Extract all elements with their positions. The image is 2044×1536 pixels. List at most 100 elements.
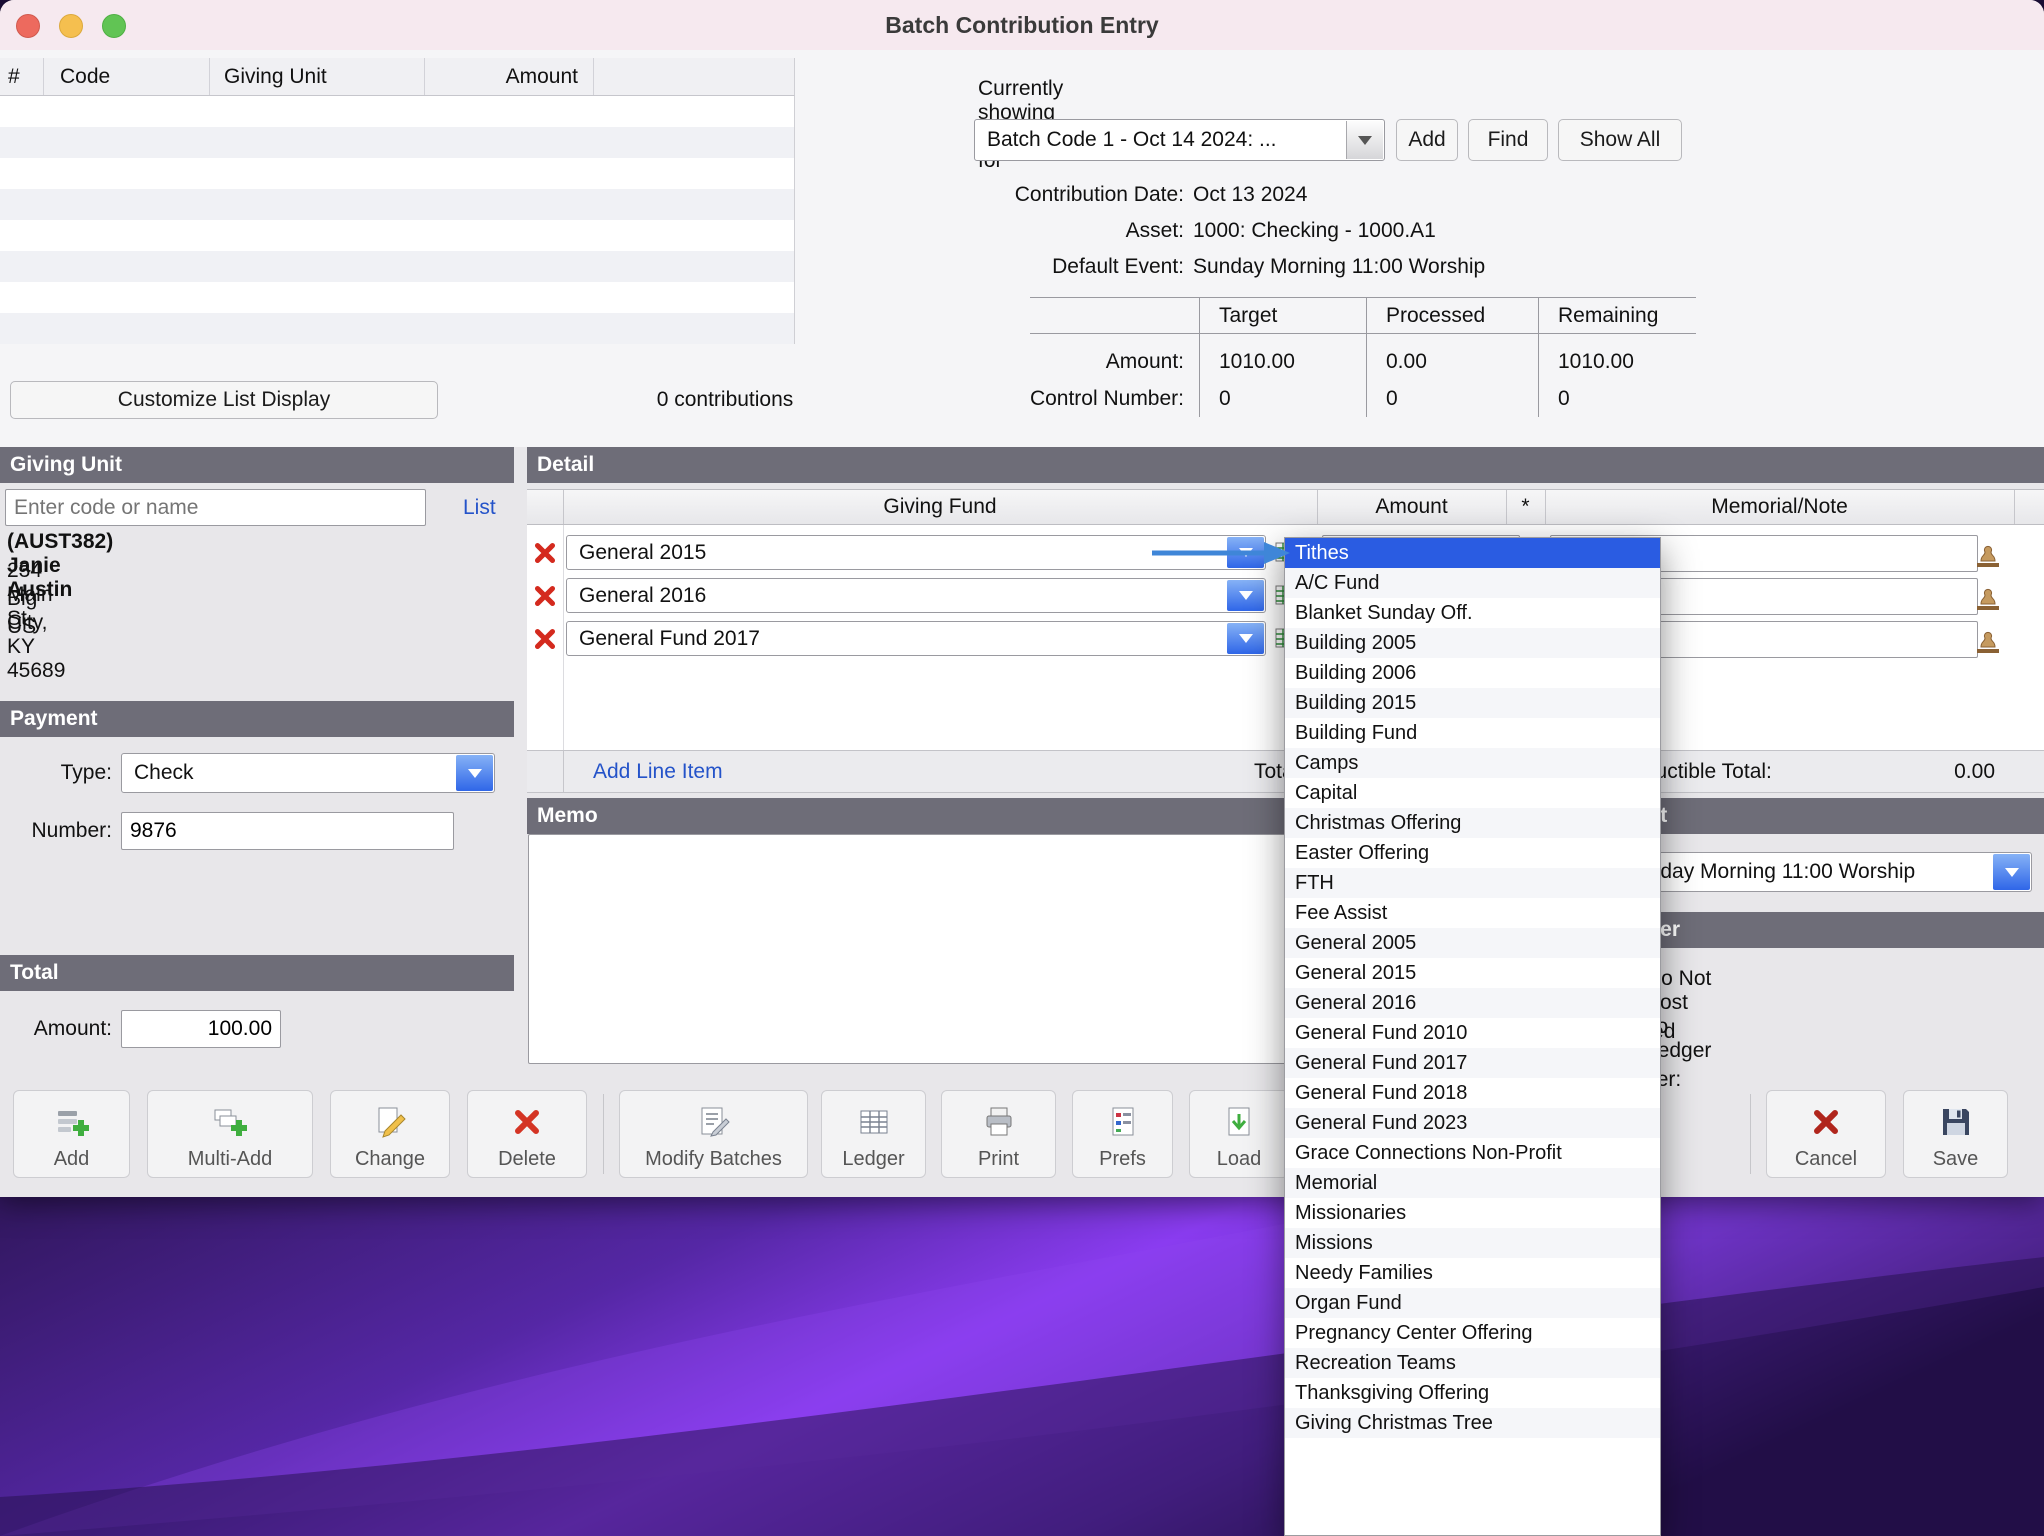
cancel-icon	[1809, 1105, 1843, 1145]
payment-type-value: Check	[134, 754, 194, 792]
toolbar-separator	[1750, 1094, 1751, 1174]
fund-option[interactable]: General 2016	[1285, 988, 1660, 1018]
fund-option[interactable]: Organ Fund	[1285, 1288, 1660, 1318]
detail-table-header: Giving Fund Amount * Memorial/Note	[527, 489, 2044, 525]
giving-fund-value: General 2015	[579, 536, 706, 569]
total-amount-input[interactable]	[121, 1010, 281, 1048]
toolbar-load-button[interactable]: Load	[1189, 1090, 1289, 1178]
total-section-header: Total	[0, 955, 514, 991]
fund-option[interactable]: Camps	[1285, 748, 1660, 778]
fund-option[interactable]: Building 2005	[1285, 628, 1660, 658]
column-amount[interactable]: Amount	[430, 58, 578, 95]
chevron-down-icon	[1993, 854, 2030, 890]
deductible-total-value: 0.00	[1767, 751, 1995, 792]
show-all-button[interactable]: Show All	[1558, 119, 1682, 161]
window-title: Batch Contribution Entry	[0, 0, 2044, 50]
column-giving-unit[interactable]: Giving Unit	[224, 58, 414, 95]
add-batch-button[interactable]: Add	[1396, 119, 1458, 161]
modify-batches-icon	[697, 1105, 731, 1145]
fund-option[interactable]: Christmas Offering	[1285, 808, 1660, 838]
summary-column-remaining: Remaining	[1558, 301, 1658, 331]
batch-select[interactable]: Batch Code 1 - Oct 14 2024: ...	[974, 119, 1385, 161]
fund-option[interactable]: General 2015	[1285, 958, 1660, 988]
prefs-icon	[1106, 1105, 1140, 1145]
giving-fund-select[interactable]: General Fund 2017	[566, 621, 1266, 656]
fund-option[interactable]: Fee Assist	[1285, 898, 1660, 928]
fund-option[interactable]: Tithes	[1285, 538, 1660, 568]
fund-option[interactable]: Missions	[1285, 1228, 1660, 1258]
column-code[interactable]: Code	[60, 58, 200, 95]
giving-unit-section-header: Giving Unit	[0, 447, 514, 483]
contribution-list-header: # Code Giving Unit Amount	[0, 58, 795, 96]
payment-type-label: Type:	[0, 753, 112, 793]
delete-line-button[interactable]	[527, 621, 563, 656]
fund-option[interactable]: Grace Connections Non-Profit	[1285, 1138, 1660, 1168]
summary-table-line	[1030, 333, 1696, 334]
fund-option[interactable]: Giving Christmas Tree	[1285, 1408, 1660, 1438]
memorial-stamp-button[interactable]	[1972, 626, 2004, 660]
toolbar-delete-button[interactable]: Delete	[467, 1090, 587, 1178]
memorial-stamp-button[interactable]	[1972, 540, 2004, 574]
fund-option[interactable]: Recreation Teams	[1285, 1348, 1660, 1378]
fund-option[interactable]: Easter Offering	[1285, 838, 1660, 868]
fund-option[interactable]: FTH	[1285, 868, 1660, 898]
payment-number-label: Number:	[0, 812, 112, 850]
fund-option[interactable]: Building 2015	[1285, 688, 1660, 718]
find-batch-button[interactable]: Find	[1468, 119, 1548, 161]
delete-x-icon	[531, 625, 559, 653]
toolbar-multi-add-button[interactable]: Multi-Add	[147, 1090, 313, 1178]
fund-option[interactable]: Needy Families	[1285, 1258, 1660, 1288]
fund-option[interactable]: Missionaries	[1285, 1198, 1660, 1228]
toolbar-add-button[interactable]: Add	[13, 1090, 130, 1178]
fund-option[interactable]: Building Fund	[1285, 718, 1660, 748]
column-memorial-note[interactable]: Memorial/Note	[1545, 490, 2014, 524]
summary-table-line	[1366, 297, 1367, 417]
toolbar-prefs-button[interactable]: Prefs	[1072, 1090, 1173, 1178]
fund-option[interactable]: Building 2006	[1285, 658, 1660, 688]
column-giving-fund[interactable]: Giving Fund	[563, 490, 1317, 524]
fund-option[interactable]: Pregnancy Center Offering	[1285, 1318, 1660, 1348]
toolbar-modify-batches-button[interactable]: Modify Batches	[619, 1090, 808, 1178]
giving-unit-list-link[interactable]: List	[463, 496, 496, 520]
giving-fund-select[interactable]: General 2016	[566, 578, 1266, 613]
toolbar-save-button[interactable]: Save	[1903, 1090, 2008, 1178]
fund-option[interactable]: General Fund 2023	[1285, 1108, 1660, 1138]
customize-list-display-button[interactable]: Customize List Display	[10, 381, 438, 419]
add-icon	[55, 1105, 89, 1145]
column-star[interactable]: *	[1506, 490, 1545, 524]
fund-option[interactable]: Blanket Sunday Off.	[1285, 598, 1660, 628]
toolbar-print-button[interactable]: Print	[941, 1090, 1056, 1178]
fund-option[interactable]: Capital	[1285, 778, 1660, 808]
event-select[interactable]: Sunday Morning 11:00 Worship	[1608, 852, 2032, 892]
payment-type-select[interactable]: Check	[121, 753, 495, 793]
giving-unit-search-input[interactable]	[5, 489, 426, 526]
toolbar-cancel-button[interactable]: Cancel	[1766, 1090, 1886, 1178]
column-amount[interactable]: Amount	[1317, 490, 1506, 524]
contribution-list-row	[0, 96, 795, 127]
toolbar-change-button[interactable]: Change	[330, 1090, 450, 1178]
column-number[interactable]: #	[8, 58, 38, 95]
fund-option[interactable]: General Fund 2018	[1285, 1078, 1660, 1108]
fund-option[interactable]: A/C Fund	[1285, 568, 1660, 598]
toolbar-ledger-button[interactable]: Ledger	[821, 1090, 926, 1178]
default-event-value: Sunday Morning 11:00 Worship	[1193, 252, 1693, 282]
fund-option[interactable]: Thanksgiving Offering	[1285, 1378, 1660, 1408]
add-line-item-link[interactable]: Add Line Item	[593, 751, 723, 792]
memorial-stamp-button[interactable]	[1972, 583, 2004, 617]
payment-number-input[interactable]	[121, 812, 454, 850]
giving-fund-dropdown-menu: Tithes A/C Fund Blanket Sunday Off. Buil…	[1284, 537, 1661, 1536]
toolbar-button-label: Add	[54, 1148, 90, 1171]
summary-amount-label: Amount:	[944, 347, 1184, 377]
contribution-list-row	[0, 313, 795, 344]
fund-option[interactable]: General Fund 2017	[1285, 1048, 1660, 1078]
fund-option[interactable]: General Fund 2010	[1285, 1018, 1660, 1048]
fund-option[interactable]: General 2005	[1285, 928, 1660, 958]
fund-option[interactable]: Memorial	[1285, 1168, 1660, 1198]
batch-select-value: Batch Code 1 - Oct 14 2024: ...	[987, 120, 1277, 160]
chevron-down-icon	[456, 755, 493, 791]
chevron-down-icon	[1227, 623, 1264, 654]
wallpaper-gradient	[0, 1197, 2044, 1536]
delete-line-button[interactable]	[527, 535, 563, 570]
delete-line-button[interactable]	[527, 578, 563, 613]
contribution-count: 0 contributions	[555, 383, 895, 417]
